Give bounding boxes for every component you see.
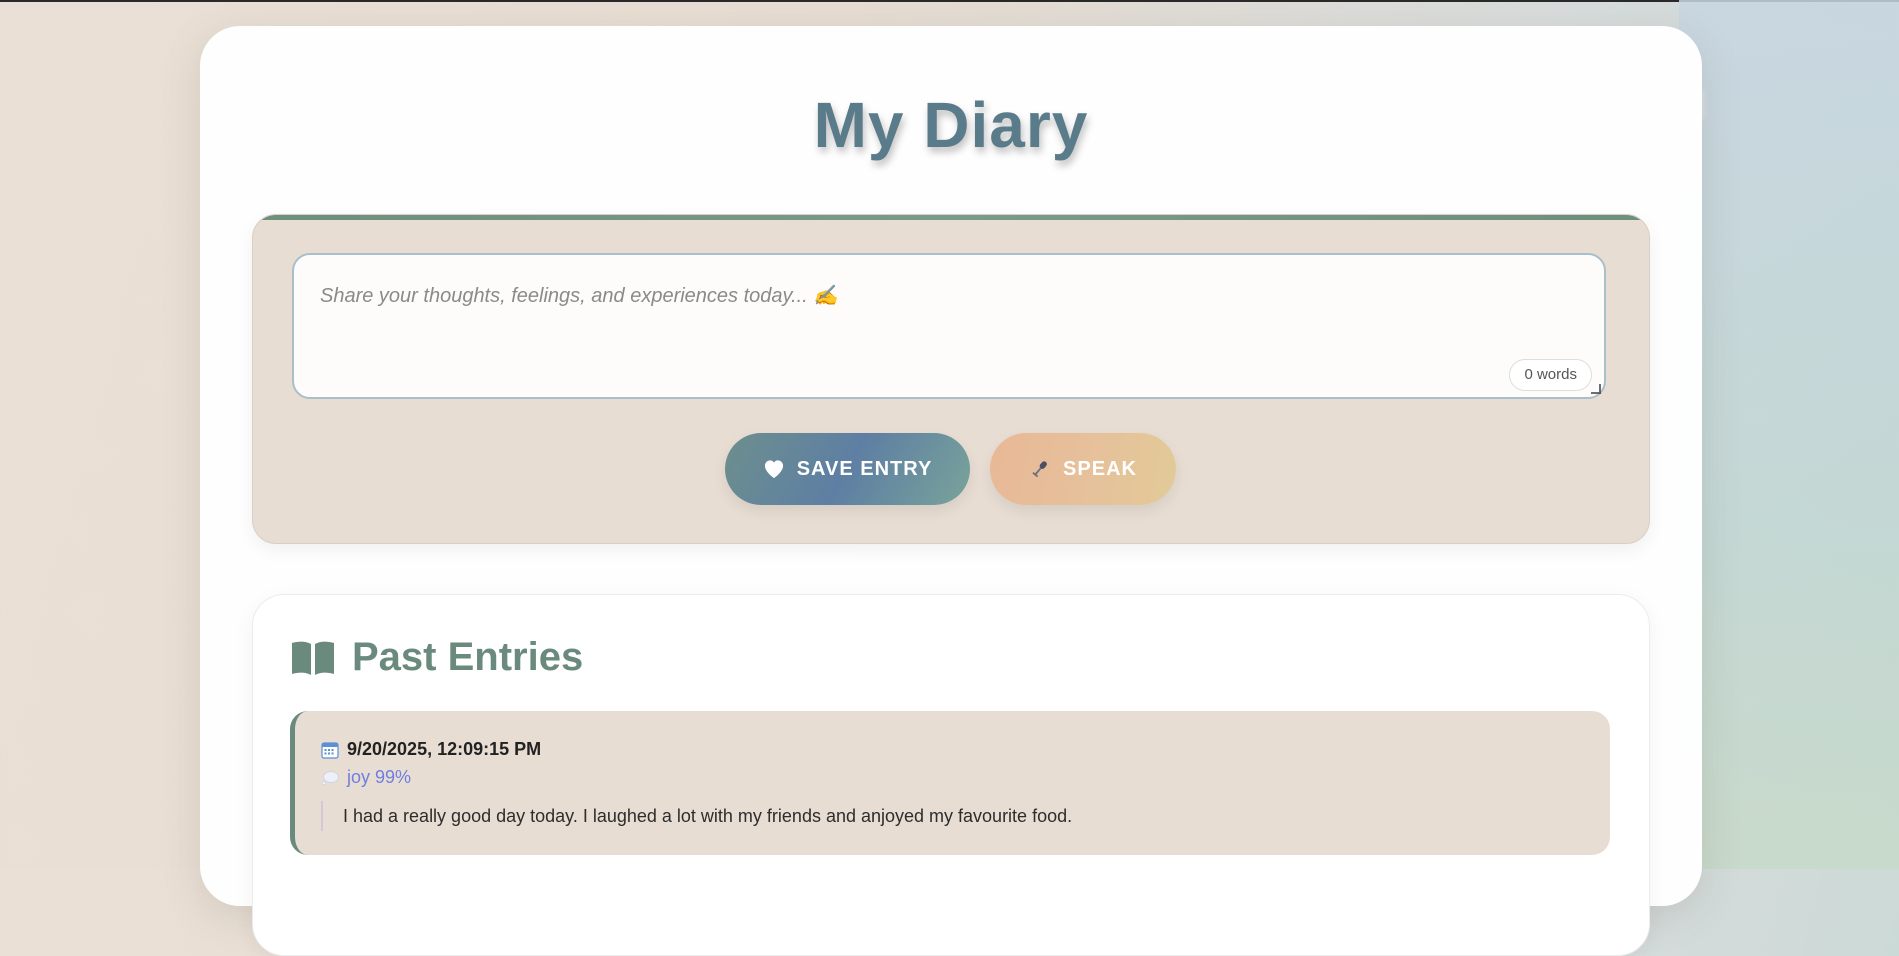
past-entries-header: Past Entries bbox=[290, 635, 583, 680]
save-entry-button[interactable]: SAVE ENTRY bbox=[725, 433, 970, 505]
thought-bubble-icon bbox=[321, 770, 339, 786]
save-entry-label: SAVE ENTRY bbox=[796, 457, 933, 480]
diary-card: My Diary 0 words SAVE ENTRY bbox=[200, 26, 1702, 956]
microphone-icon bbox=[1029, 458, 1051, 480]
entry-composer: 0 words SAVE ENTRY SPEA bbox=[252, 214, 1650, 544]
entry-box: 0 words bbox=[292, 253, 1606, 399]
entry-emotion: joy 99% bbox=[347, 767, 412, 787]
window-top-edge bbox=[0, 0, 1899, 2]
composer-accent-bar bbox=[253, 215, 1649, 220]
word-count-badge: 0 words bbox=[1509, 359, 1592, 391]
calendar-icon bbox=[321, 741, 339, 759]
entry-card: 9/20/2025, 12:09:15 PM joy 99% I had a r… bbox=[290, 711, 1610, 855]
resize-handle[interactable] bbox=[1591, 384, 1601, 394]
entry-date: 9/20/2025, 12:09:15 PM bbox=[347, 739, 542, 759]
background-glow bbox=[1679, 0, 1899, 869]
speak-button[interactable]: SPEAK bbox=[990, 433, 1176, 505]
open-book-icon bbox=[290, 639, 336, 677]
speak-label: SPEAK bbox=[1063, 457, 1137, 480]
entry-date-row: 9/20/2025, 12:09:15 PM bbox=[321, 739, 541, 760]
heart-icon bbox=[763, 459, 785, 479]
entry-textarea[interactable] bbox=[294, 255, 1604, 397]
entry-emotion-row: joy 99% bbox=[321, 767, 411, 788]
page-title: My Diary bbox=[813, 89, 1089, 161]
past-entries-panel: Past Entries 9/20/2025, 12:09:15 PM joy … bbox=[252, 594, 1650, 956]
past-entries-title: Past Entries bbox=[352, 635, 584, 679]
entry-text: I had a really good day today. I laughed… bbox=[321, 801, 1072, 831]
